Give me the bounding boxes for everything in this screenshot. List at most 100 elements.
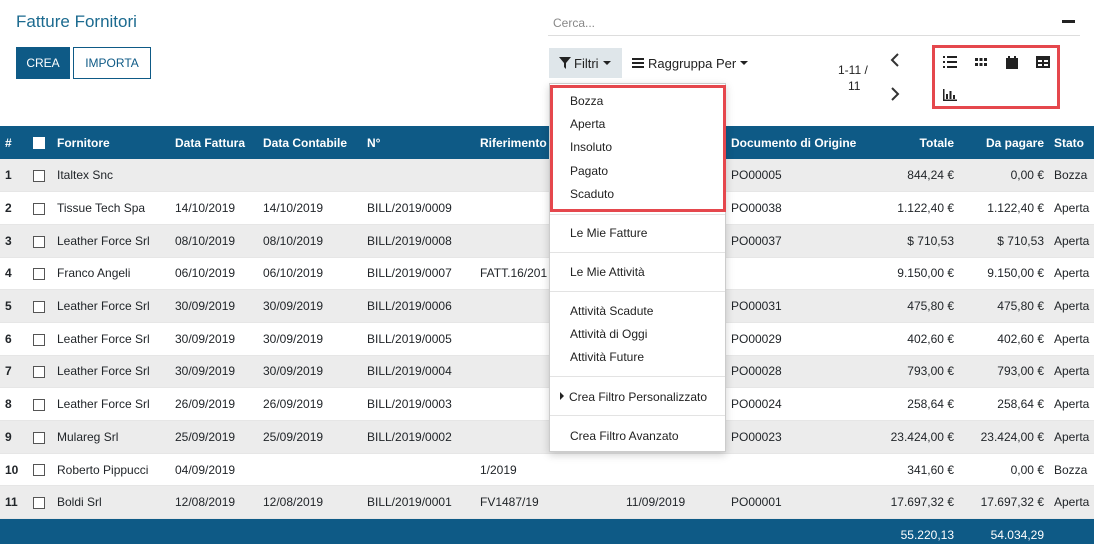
column-header[interactable]: Data Contabile: [258, 126, 362, 159]
table-cell: 12/08/2019: [170, 485, 258, 520]
graph-view-icon[interactable]: [941, 86, 959, 104]
table-cell: 258,64 €: [959, 387, 1049, 421]
table-cell: [362, 159, 475, 193]
table-cell: Aperta: [1049, 191, 1094, 225]
table-row[interactable]: 5 Leather Force Srl 30/09/2019 30/09/2019 BI…: [0, 289, 1094, 323]
row-checkbox[interactable]: [28, 191, 52, 225]
column-header[interactable]: Da pagare: [959, 126, 1049, 159]
group-by-button[interactable]: Raggruppa Per: [632, 48, 749, 78]
table-cell: 30/09/2019: [170, 355, 258, 389]
row-checkbox[interactable]: [28, 485, 52, 520]
table-cell: Aperta: [1049, 485, 1094, 520]
import-button[interactable]: IMPORTA: [73, 47, 151, 79]
table-cell: 30/09/2019: [258, 355, 362, 389]
table-cell: PO00029: [726, 322, 863, 356]
table-cell: 17.697,32 €: [959, 485, 1049, 520]
table-cell: 1.122,40 €: [863, 191, 959, 225]
column-header[interactable]: Stato: [1049, 126, 1094, 159]
row-index: 9: [0, 420, 28, 454]
filter-today-activities[interactable]: Attività di Oggi: [570, 327, 647, 341]
pivot-view-icon[interactable]: [1034, 53, 1052, 71]
table-row[interactable]: 8 Leather Force Srl 26/09/2019 26/09/2019 BI…: [0, 387, 1094, 421]
table-cell: Leather Force Srl: [52, 224, 170, 258]
filter-pagato[interactable]: Pagato: [570, 164, 608, 178]
filter-my-invoices[interactable]: Le Mie Fatture: [570, 226, 647, 240]
advanced-filter-item[interactable]: Crea Filtro Avanzato: [570, 429, 679, 443]
table-cell: Leather Force Srl: [52, 355, 170, 389]
select-all-checkbox[interactable]: [28, 126, 52, 159]
pager-previous-button[interactable]: [888, 53, 902, 69]
invoices-table: # Fornitore Data Fattura Data Contabile …: [0, 126, 1094, 544]
filter-scaduto[interactable]: Scaduto: [570, 187, 614, 201]
column-header[interactable]: Fornitore: [52, 126, 170, 159]
table-cell: BILL/2019/0004: [362, 355, 475, 389]
row-checkbox[interactable]: [28, 257, 52, 291]
filter-bozza[interactable]: Bozza: [570, 94, 603, 108]
table-row[interactable]: 2 Tissue Tech Spa 14/10/2019 14/10/2019 BILL…: [0, 191, 1094, 225]
table-cell: 25/09/2019: [258, 420, 362, 454]
filter-my-activities[interactable]: Le Mie Attività: [570, 265, 645, 279]
row-checkbox[interactable]: [28, 387, 52, 421]
row-checkbox[interactable]: [28, 420, 52, 454]
row-checkbox[interactable]: [28, 355, 52, 389]
menu-divider: [550, 291, 725, 292]
row-checkbox[interactable]: [28, 224, 52, 258]
table-cell: [621, 453, 726, 487]
menu-divider: [550, 415, 725, 416]
table-row[interactable]: 3 Leather Force Srl 08/10/2019 08/10/2019 BI…: [0, 224, 1094, 258]
table-cell: 23.424,00 €: [863, 420, 959, 454]
table-cell: Leather Force Srl: [52, 387, 170, 421]
table-cell: 08/10/2019: [258, 224, 362, 258]
column-header[interactable]: Documento di Origine: [726, 126, 863, 159]
table-cell: 9.150,00 €: [863, 257, 959, 291]
create-button[interactable]: CREA: [16, 47, 70, 79]
custom-filter-toggle[interactable]: Crea Filtro Personalizzato: [560, 390, 707, 404]
group-by-label: Raggruppa Per: [648, 55, 737, 71]
table-cell: [258, 453, 362, 487]
collapse-icon[interactable]: [1062, 20, 1075, 23]
column-header[interactable]: Data Fattura: [170, 126, 258, 159]
table-row[interactable]: 10 Roberto Pippucci 04/09/2019 1/2019 341,60…: [0, 453, 1094, 487]
filters-button[interactable]: Filtri: [549, 48, 622, 78]
filter-overdue-activities[interactable]: Attività Scadute: [570, 304, 653, 318]
table-cell: 475,80 €: [863, 289, 959, 323]
table-row[interactable]: 9 Mulareg Srl 25/09/2019 25/09/2019 BILL/201…: [0, 420, 1094, 454]
list-view-icon[interactable]: [941, 53, 959, 71]
table-row[interactable]: 4 Franco Angeli 06/10/2019 06/10/2019 BILL/2…: [0, 257, 1094, 291]
menu-divider: [550, 252, 725, 253]
row-checkbox[interactable]: [28, 159, 52, 193]
filter-insoluto[interactable]: Insoluto: [570, 140, 612, 154]
table-row[interactable]: 1 Italtex Snc PO00005 844,24 €0,00 € Bozza: [0, 159, 1094, 193]
chevron-right-icon: [891, 87, 900, 101]
table-cell: 06/10/2019: [170, 257, 258, 291]
calendar-view-icon[interactable]: [1003, 53, 1021, 71]
table-cell: 475,80 €: [959, 289, 1049, 323]
row-checkbox[interactable]: [28, 453, 52, 487]
row-index: 6: [0, 322, 28, 356]
kanban-view-icon[interactable]: [972, 53, 990, 71]
table-row[interactable]: 6 Leather Force Srl 30/09/2019 30/09/2019 BI…: [0, 322, 1094, 356]
row-checkbox[interactable]: [28, 289, 52, 323]
table-cell: [362, 453, 475, 487]
filter-future-activities[interactable]: Attività Future: [570, 350, 644, 364]
table-cell: BILL/2019/0001: [362, 485, 475, 520]
pager-next-button[interactable]: [888, 87, 902, 103]
filter-aperta[interactable]: Aperta: [570, 117, 605, 131]
filters-button-label: Filtri: [574, 55, 599, 71]
row-checkbox[interactable]: [28, 322, 52, 356]
table-cell: PO00037: [726, 224, 863, 258]
search-input[interactable]: [548, 10, 1080, 35]
table-cell: [726, 453, 863, 487]
custom-filter-label: Crea Filtro Personalizzato: [569, 390, 708, 404]
table-cell: [170, 159, 258, 193]
table-cell: Aperta: [1049, 387, 1094, 421]
column-header[interactable]: Totale: [863, 126, 959, 159]
table-cell: 30/09/2019: [258, 322, 362, 356]
page-title: Fatture Fornitori: [16, 12, 137, 31]
table-cell: PO00028: [726, 355, 863, 389]
filter-icon: [559, 57, 571, 69]
table-row[interactable]: 11 Boldi Srl 12/08/2019 12/08/2019 BILL/2019…: [0, 485, 1094, 520]
table-row[interactable]: 7 Leather Force Srl 30/09/2019 30/09/2019 BI…: [0, 355, 1094, 389]
column-header[interactable]: N°: [362, 126, 475, 159]
table-footer: 55.220,13 54.034,29: [0, 518, 1094, 544]
